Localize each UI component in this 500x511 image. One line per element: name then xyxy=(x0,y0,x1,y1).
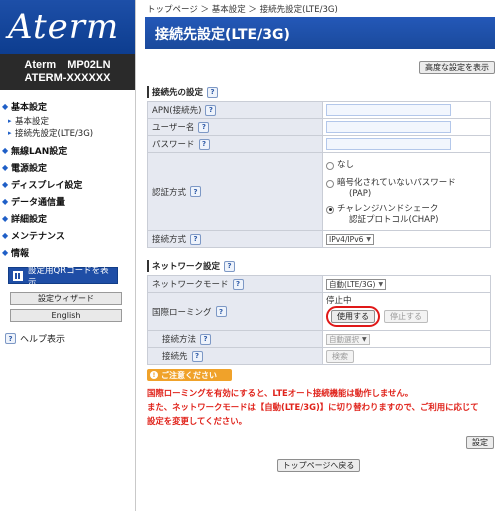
password-input[interactable] xyxy=(326,138,451,150)
help-toggle[interactable]: ? ヘルプ表示 xyxy=(5,332,135,345)
connection-type-label: 接続方式 xyxy=(152,235,187,245)
chevron-down-icon: ▼ xyxy=(378,280,384,288)
submenu-basic-settings[interactable]: ▸ 基本設定 xyxy=(0,115,135,127)
menu-bullet-icon: ◆ xyxy=(2,146,9,155)
back-to-top-button[interactable]: トップページへ戻る xyxy=(276,459,361,472)
username-input[interactable] xyxy=(326,121,451,133)
roaming-disable-button: 停止する xyxy=(384,310,428,323)
network-settings-table: ネットワークモード? 自動(LTE/3G) ▼ 国際ローミング? 停止中 使用する… xyxy=(147,275,491,365)
help-icon[interactable]: ? xyxy=(224,260,236,272)
highlight-circle: 使用する xyxy=(326,306,380,327)
menu-bullet-icon: ◆ xyxy=(2,180,9,189)
page-title: 接続先設定(LTE/3G) xyxy=(145,17,495,49)
network-mode-select[interactable]: 自動(LTE/3G) ▼ xyxy=(326,278,387,290)
submenu-bullet-icon: ▸ xyxy=(8,129,12,137)
help-icon[interactable]: ? xyxy=(215,306,227,317)
submenu-connection-lte3g[interactable]: ▸ 接続先設定(LTE/3G) xyxy=(0,127,135,139)
help-icon[interactable]: ? xyxy=(198,138,210,150)
show-advanced-button[interactable]: 高度な設定を表示 xyxy=(419,61,495,74)
menu-display[interactable]: ◆ ディスプレイ設定 xyxy=(0,176,135,193)
chevron-down-icon: ▼ xyxy=(362,335,367,343)
menu-wireless-lan[interactable]: ◆ 無線LAN設定 xyxy=(0,142,135,159)
menu-data-usage[interactable]: ◆ データ通信量 xyxy=(0,193,135,210)
aterm-logo: Aterm xyxy=(0,0,135,54)
notice-badge: ! ご注意ください xyxy=(147,369,232,381)
breadcrumb: トップページ ＞ 基本設定 ＞ 接続先設定(LTE/3G) xyxy=(147,5,338,15)
menu-basic-settings[interactable]: ◆ 基本設定 xyxy=(0,98,135,115)
qr-code-icon xyxy=(13,270,23,281)
menu-bullet-icon: ◆ xyxy=(2,163,9,172)
roaming-enable-button[interactable]: 使用する xyxy=(331,310,375,323)
section-network: ネットワーク設定? xyxy=(147,260,500,272)
submenu-bullet-icon: ▸ xyxy=(8,117,12,125)
connection-method-select: 自動選択 ▼ xyxy=(326,333,370,345)
roaming-status: 停止中 xyxy=(326,296,352,306)
help-icon[interactable]: ? xyxy=(200,333,212,345)
roaming-label: 国際ローミング xyxy=(152,307,212,318)
auth-option-chap[interactable]: チャレンジハンドシェーク 認証プロトコル(CHAP) xyxy=(326,204,487,226)
network-mode-label: ネットワークモード xyxy=(152,280,229,290)
help-icon: ? xyxy=(5,333,16,344)
menu-bullet-icon: ◆ xyxy=(2,214,9,223)
device-model: Aterm MP02LN xyxy=(24,59,111,71)
help-icon[interactable]: ? xyxy=(232,278,244,290)
apply-settings-button[interactable]: 設定 xyxy=(466,436,494,449)
sidebar: Aterm Aterm MP02LN ATERM-XXXXXX ◆ 基本設定 ▸ 基… xyxy=(0,0,136,511)
menu-bullet-icon: ◆ xyxy=(2,248,9,257)
notice-text: 国際ローミングを有効にすると、LTEオート接続機能は動作しません。 また、ネット… xyxy=(147,388,479,426)
auth-option-none[interactable]: なし xyxy=(326,160,487,171)
password-label: パスワード xyxy=(152,140,195,150)
help-icon[interactable]: ? xyxy=(198,121,210,133)
main-content: トップページ ＞ 基本設定 ＞ 接続先設定(LTE/3G) 接続先設定(LTE/… xyxy=(137,0,500,511)
device-info: Aterm MP02LN ATERM-XXXXXX xyxy=(0,54,135,90)
menu-bullet-icon: ◆ xyxy=(2,231,9,240)
menu-power[interactable]: ◆ 電源設定 xyxy=(0,159,135,176)
help-icon[interactable]: ? xyxy=(191,350,203,362)
radio-unselected-icon[interactable] xyxy=(326,161,334,170)
help-icon[interactable]: ? xyxy=(207,86,219,98)
auth-option-pap[interactable]: 暗号化されていないパスワード (PAP) xyxy=(326,178,487,200)
device-id: ATERM-XXXXXX xyxy=(24,72,111,84)
section-connection: 接続先の設定? xyxy=(147,86,500,98)
apn-label: APN(接続先) xyxy=(152,106,202,116)
menu-bullet-icon: ◆ xyxy=(2,102,9,111)
connection-type-select[interactable]: IPv4/IPv6 ▼ xyxy=(326,233,375,245)
sidebar-menu: ◆ 基本設定 ▸ 基本設定 ▸ 接続先設定(LTE/3G) ◆ 無線LAN設定 ◆ 電源設… xyxy=(0,90,135,261)
menu-advanced[interactable]: ◆ 詳細設定 xyxy=(0,210,135,227)
radio-unselected-icon[interactable] xyxy=(326,179,334,188)
english-button[interactable]: English xyxy=(10,309,122,322)
apn-input[interactable] xyxy=(326,104,451,116)
search-button: 検索 xyxy=(326,349,354,363)
connection-method-label: 接続方法 xyxy=(162,335,197,345)
radio-selected-icon[interactable] xyxy=(326,205,334,214)
menu-bullet-icon: ◆ xyxy=(2,197,9,206)
menu-maintenance[interactable]: ◆ メンテナンス xyxy=(0,227,135,244)
show-qr-code-button[interactable]: 設定用QRコードを表示 xyxy=(8,266,118,288)
chevron-down-icon: ▼ xyxy=(366,235,372,243)
warning-icon: ! xyxy=(150,371,158,379)
menu-info[interactable]: ◆ 情報 xyxy=(0,244,135,261)
username-label: ユーザー名 xyxy=(152,123,195,133)
help-icon[interactable]: ? xyxy=(205,104,217,116)
auth-method-label: 認証方式 xyxy=(152,187,187,198)
setup-wizard-button[interactable]: 設定ウィザード xyxy=(10,292,122,305)
help-icon[interactable]: ? xyxy=(190,233,202,245)
destination-label: 接続先 xyxy=(162,352,188,362)
connection-settings-table: APN(接続先)? ユーザー名? パスワード? 認証方式? なし 暗号化されてい… xyxy=(147,101,491,248)
help-icon[interactable]: ? xyxy=(190,186,202,197)
